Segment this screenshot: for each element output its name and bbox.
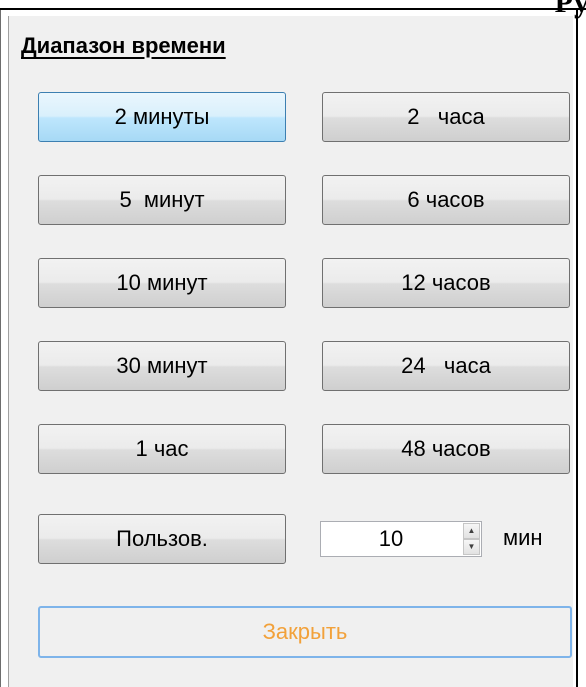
range-30-minutes-button[interactable]: 30 минут bbox=[38, 341, 286, 391]
range-5-minutes-button[interactable]: 5 минут bbox=[38, 175, 286, 225]
range-2-minutes-button[interactable]: 2 минуты bbox=[38, 92, 286, 142]
range-2-hours-button[interactable]: 2 часа bbox=[322, 92, 570, 142]
range-6-hours-button[interactable]: 6 часов bbox=[322, 175, 570, 225]
range-12-hours-button[interactable]: 12 часов bbox=[322, 258, 570, 308]
group-title: Диапазон времени bbox=[21, 33, 226, 58]
spin-up-arrow-icon[interactable]: ▲ bbox=[463, 523, 480, 539]
time-range-dialog: Диапазон времени 2 минуты 2 часа 5 минут… bbox=[8, 16, 573, 687]
spin-down-arrow-icon[interactable]: ▼ bbox=[463, 539, 480, 555]
range-24-hours-button[interactable]: 24 часа bbox=[322, 341, 570, 391]
top-border-line bbox=[0, 8, 586, 10]
right-border-line bbox=[576, 10, 578, 687]
range-1-hour-button[interactable]: 1 час bbox=[38, 424, 286, 474]
minutes-unit-label: мин bbox=[503, 525, 543, 550]
screenshot-root: Ру Диапазон времени 2 минуты 2 часа 5 ми… bbox=[0, 0, 586, 687]
custom-minutes-stepper[interactable]: 10 ▲ ▼ bbox=[320, 521, 482, 557]
range-48-hours-button[interactable]: 48 часов bbox=[322, 424, 570, 474]
range-10-minutes-button[interactable]: 10 минут bbox=[38, 258, 286, 308]
custom-minutes-value[interactable]: 10 bbox=[321, 522, 461, 556]
left-border-line bbox=[0, 10, 1, 687]
close-button[interactable]: Закрыть bbox=[38, 606, 572, 658]
custom-range-button[interactable]: Пользов. bbox=[38, 514, 286, 564]
stepper-buttons: ▲ ▼ bbox=[463, 523, 480, 555]
